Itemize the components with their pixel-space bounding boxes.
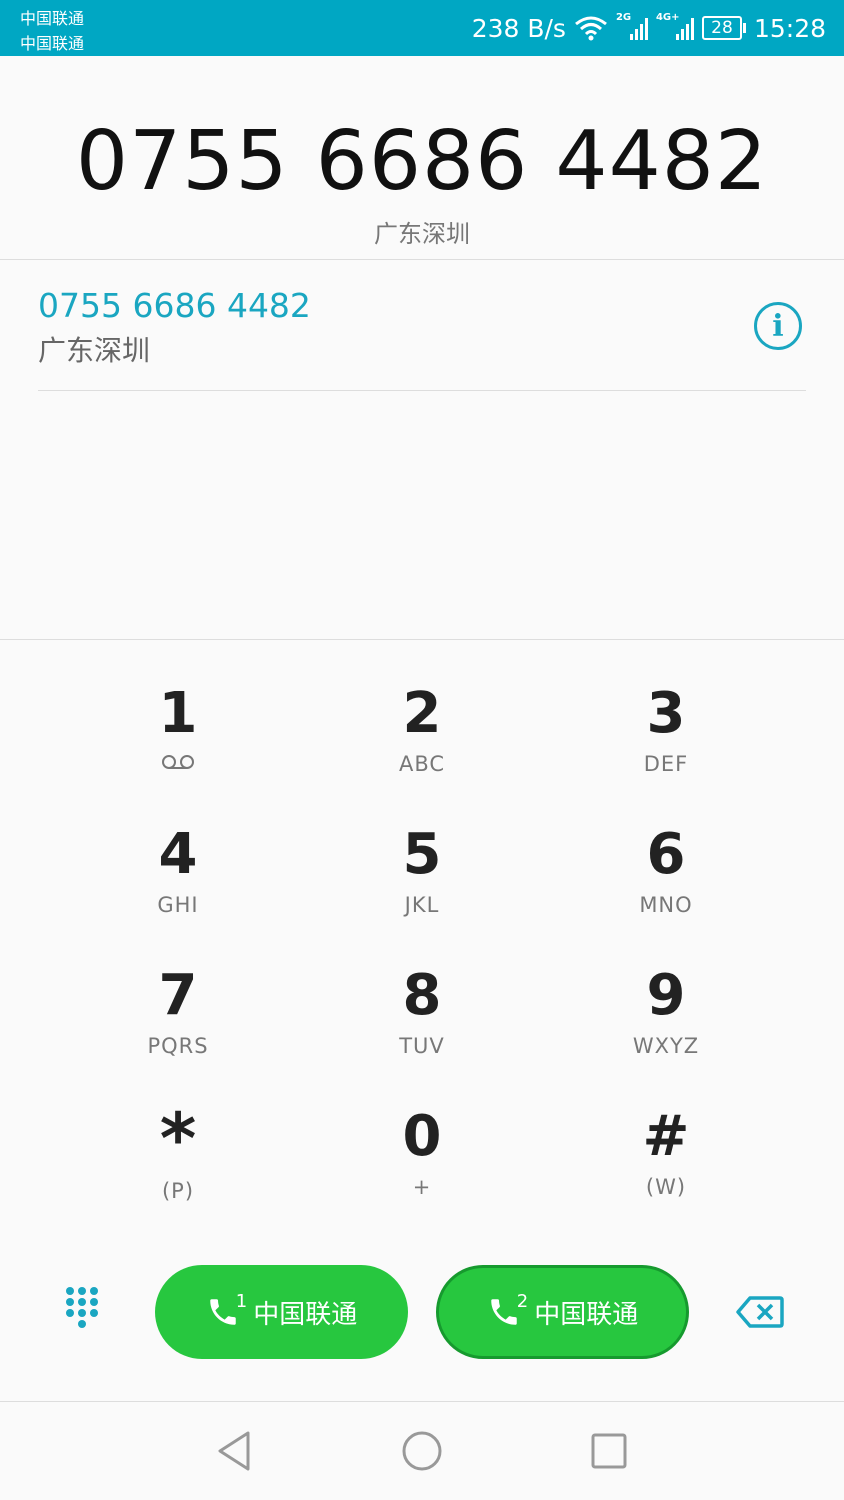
key-9[interactable]: 9 WXYZ xyxy=(586,966,746,1062)
suggestion-number: 0755 6686 4482 xyxy=(38,286,311,325)
key-letters: MNO xyxy=(639,893,693,917)
key-letters: TUV xyxy=(399,1034,445,1058)
key-letters: ABC xyxy=(398,752,446,776)
key-0[interactable]: 0 + xyxy=(342,1107,502,1203)
key-letters: JKL xyxy=(404,893,440,917)
key-6[interactable]: 6 MNO xyxy=(586,825,746,921)
key-5[interactable]: 5 JKL xyxy=(342,825,502,921)
sim2-signal-icon: 4G+ xyxy=(656,12,694,40)
key-digit: 1 xyxy=(158,681,198,746)
key-7[interactable]: 7 PQRS xyxy=(98,966,258,1062)
key-4[interactable]: 4 GHI xyxy=(98,825,258,921)
navigation-bar xyxy=(0,1401,844,1500)
key-letters: WXYZ xyxy=(632,1034,700,1058)
back-nav-icon[interactable] xyxy=(214,1430,254,1472)
network-speed: 238 B/s xyxy=(471,13,566,43)
dialed-number-display: 0755 6686 4482 广东深圳 xyxy=(0,56,844,260)
dialpad: 1 2 ABC 3 DEF 4 GHI 5 JKL 6 MNO 7 PQRS 8… xyxy=(0,639,844,1401)
key-digit: 0 xyxy=(402,1104,442,1169)
suggestion-location: 广东深圳 xyxy=(38,334,151,367)
status-bar: 中国联通 中国联通 238 B/s 2G 4G+ 28 15:28 xyxy=(0,0,844,56)
key-star[interactable]: * (P) xyxy=(98,1098,258,1207)
key-digit: 7 xyxy=(158,963,198,1028)
call-sim1-label: 中国联通 xyxy=(253,1299,358,1330)
call-sim2-label: 中国联通 xyxy=(534,1299,639,1330)
dialed-number-location: 广东深圳 xyxy=(374,220,470,248)
key-letters: (P) xyxy=(161,1179,195,1203)
call-sim1-button[interactable]: 1 中国联通 xyxy=(155,1265,408,1359)
phone-icon xyxy=(210,1299,236,1325)
key-digit: 6 xyxy=(646,822,686,887)
home-nav-icon[interactable] xyxy=(401,1430,443,1472)
sim1-index: 1 xyxy=(235,1290,248,1312)
sim2-network-type: 4G+ xyxy=(655,12,680,23)
dialpad-toggle-icon[interactable] xyxy=(66,1287,106,1339)
key-digit: 5 xyxy=(402,822,442,887)
key-3[interactable]: 3 DEF xyxy=(586,684,746,780)
key-hash[interactable]: # (W) xyxy=(586,1107,746,1203)
key-digit: 9 xyxy=(646,963,686,1028)
status-indicators: 238 B/s 2G 4G+ 28 15:28 xyxy=(472,0,826,56)
carrier-sim2: 中国联通 xyxy=(20,34,85,53)
key-digit: 3 xyxy=(646,681,686,746)
call-action-row: 1 中国联通 2 中国联通 xyxy=(0,1265,844,1361)
battery-level: 28 xyxy=(711,18,733,38)
sim1-network-type: 2G xyxy=(615,12,632,23)
key-letters: PQRS xyxy=(147,1034,209,1058)
key-digit: 8 xyxy=(402,963,442,1028)
key-1[interactable]: 1 xyxy=(98,684,258,780)
key-letters: + xyxy=(412,1175,432,1199)
key-digit: # xyxy=(642,1104,690,1169)
key-digit: 2 xyxy=(402,681,442,746)
dialed-number[interactable]: 0755 6686 4482 xyxy=(0,116,844,208)
sim1-signal-icon: 2G xyxy=(616,12,648,40)
key-letters: GHI xyxy=(157,893,199,917)
contact-suggestion[interactable]: 0755 6686 4482 广东深圳 i xyxy=(38,286,806,391)
sim2-index: 2 xyxy=(516,1290,529,1312)
backspace-icon[interactable] xyxy=(736,1295,784,1329)
key-8[interactable]: 8 TUV xyxy=(342,966,502,1062)
carrier-sim1: 中国联通 xyxy=(20,9,85,28)
key-digit: * xyxy=(159,1098,197,1180)
info-icon[interactable]: i xyxy=(754,302,802,350)
key-digit: 4 xyxy=(158,822,198,887)
battery-icon: 28 xyxy=(701,16,746,40)
call-sim2-button[interactable]: 2 中国联通 xyxy=(436,1265,689,1359)
key-2[interactable]: 2 ABC xyxy=(342,684,502,780)
carrier-info: 中国联通 中国联通 xyxy=(20,6,84,56)
phone-icon xyxy=(491,1299,517,1325)
recents-nav-icon[interactable] xyxy=(590,1432,628,1470)
key-letters: DEF xyxy=(643,752,689,776)
voicemail-icon xyxy=(98,752,258,780)
clock: 15:28 xyxy=(753,13,826,43)
key-letters: (W) xyxy=(645,1175,687,1199)
wifi-icon xyxy=(575,16,607,41)
